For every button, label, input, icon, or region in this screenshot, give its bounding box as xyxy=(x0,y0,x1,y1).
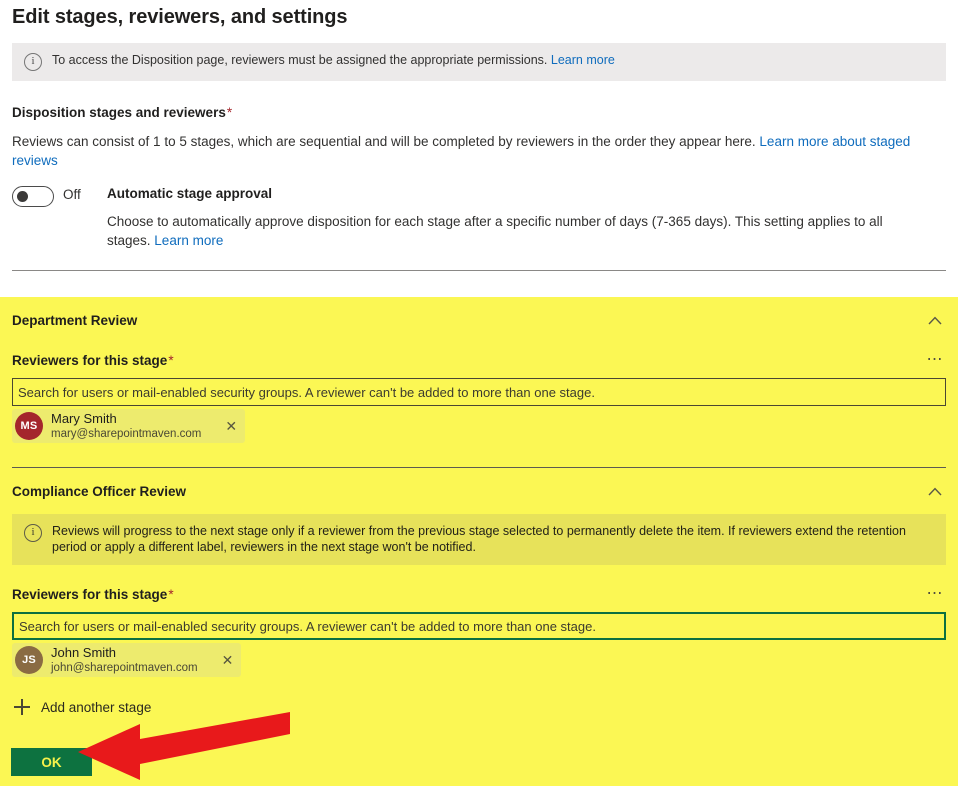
highlighted-stages-region: Department Review Reviewers for this sta… xyxy=(0,297,958,786)
ok-button[interactable]: OK xyxy=(11,748,92,776)
info-icon: i xyxy=(24,53,42,71)
stage-2-reviewers-label: Reviewers for this stage* xyxy=(12,587,174,602)
stage-compliance-officer-review: Compliance Officer Review i Reviews will… xyxy=(0,468,958,677)
stage-1-reviewer-chip[interactable]: MS Mary Smith mary@sharepointmaven.com ✕ xyxy=(12,409,246,443)
stage-1-reviewer-search-input[interactable]: Search for users or mail-enabled securit… xyxy=(12,378,946,406)
disposition-required-marker: * xyxy=(226,105,233,120)
stage-2-overflow-menu-icon[interactable]: ⋯ xyxy=(925,585,947,603)
automatic-stage-approval-title: Automatic stage approval xyxy=(107,186,273,201)
disposition-description-text: Reviews can consist of 1 to 5 stages, wh… xyxy=(12,134,756,149)
stage-2-reviewer-chip[interactable]: JS John Smith john@sharepointmaven.com ✕ xyxy=(12,643,242,677)
stage-2-info-note-text: Reviews will progress to the next stage … xyxy=(52,524,906,554)
chevron-up-icon[interactable] xyxy=(924,480,946,502)
stage-1-overflow-menu-icon[interactable]: ⋯ xyxy=(925,351,947,369)
chevron-up-icon[interactable] xyxy=(924,309,946,331)
stage-2-required-marker: * xyxy=(168,586,174,602)
avatar: JS xyxy=(15,646,43,674)
disposition-label: Disposition stages and reviewers* xyxy=(12,105,946,120)
stage-2-title: Compliance Officer Review xyxy=(12,483,187,499)
stage-1-search-placeholder: Search for users or mail-enabled securit… xyxy=(18,384,595,400)
disposition-label-text: Disposition stages and reviewers xyxy=(12,105,226,120)
stage-1-reviewer-remove-close-icon[interactable]: ✕ xyxy=(223,419,239,433)
automatic-stage-approval-toggle[interactable] xyxy=(12,186,54,207)
stage-1-title: Department Review xyxy=(12,312,138,328)
stage-2-reviewer-email: john@sharepointmaven.com xyxy=(51,661,198,674)
disposition-section: Disposition stages and reviewers* Review… xyxy=(0,105,958,250)
auto-approval-learn-more-link[interactable]: Learn more xyxy=(154,233,223,248)
plus-icon xyxy=(14,699,30,715)
stage-2-header: Compliance Officer Review xyxy=(0,468,958,502)
toggle-knob xyxy=(17,191,28,202)
stage-2-reviewer-remove-close-icon[interactable]: ✕ xyxy=(220,653,236,667)
add-another-stage-button[interactable]: Add another stage xyxy=(14,699,151,715)
permissions-info-message: To access the Disposition page, reviewer… xyxy=(52,53,548,67)
stage-2-search-placeholder: Search for users or mail-enabled securit… xyxy=(19,618,596,634)
stage-2-reviewer-text: John Smith john@sharepointmaven.com xyxy=(51,646,198,675)
stage-1-reviewer-name: Mary Smith xyxy=(51,410,117,426)
section-divider xyxy=(12,270,946,271)
stage-1-reviewer-text: Mary Smith mary@sharepointmaven.com xyxy=(51,412,201,441)
stage-1-reviewers-label: Reviewers for this stage* xyxy=(12,353,174,368)
add-another-stage-label: Add another stage xyxy=(41,699,152,715)
stage-1-header: Department Review xyxy=(0,297,958,331)
stage-2-reviewer-name: John Smith xyxy=(51,644,117,660)
stage-1-reviewer-email: mary@sharepointmaven.com xyxy=(51,427,202,440)
stage-2-reviewers-label-text: Reviewers for this stage xyxy=(12,586,168,602)
stage-1-reviewers-label-row: Reviewers for this stage* ⋯ xyxy=(0,351,958,369)
avatar: MS xyxy=(15,412,43,440)
automatic-stage-approval-description: Choose to automatically approve disposit… xyxy=(107,212,907,250)
stage-department-review: Department Review Reviewers for this sta… xyxy=(0,297,958,443)
stage-2-reviewers-label-row: Reviewers for this stage* ⋯ xyxy=(0,585,958,603)
stage-2-info-note: i Reviews will progress to the next stag… xyxy=(12,514,946,565)
automatic-stage-approval-state: Off xyxy=(63,187,81,202)
disposition-description: Reviews can consist of 1 to 5 stages, wh… xyxy=(12,132,944,170)
permissions-learn-more-link[interactable]: Learn more xyxy=(551,53,615,67)
permissions-info-text: To access the Disposition page, reviewer… xyxy=(52,52,615,68)
stage-1-required-marker: * xyxy=(168,352,174,368)
permissions-info-bar: i To access the Disposition page, review… xyxy=(12,43,946,81)
automatic-stage-approval-row: Off Automatic stage approval Choose to a… xyxy=(12,184,946,250)
stage-2-reviewer-search-input[interactable]: Search for users or mail-enabled securit… xyxy=(12,612,946,640)
automatic-stage-approval-description-text: Choose to automatically approve disposit… xyxy=(107,214,883,248)
page-title: Edit stages, reviewers, and settings xyxy=(12,6,348,28)
info-icon: i xyxy=(24,524,42,542)
stage-1-reviewers-label-text: Reviewers for this stage xyxy=(12,352,168,368)
automatic-stage-approval-body: Automatic stage approval Choose to autom… xyxy=(107,184,907,250)
